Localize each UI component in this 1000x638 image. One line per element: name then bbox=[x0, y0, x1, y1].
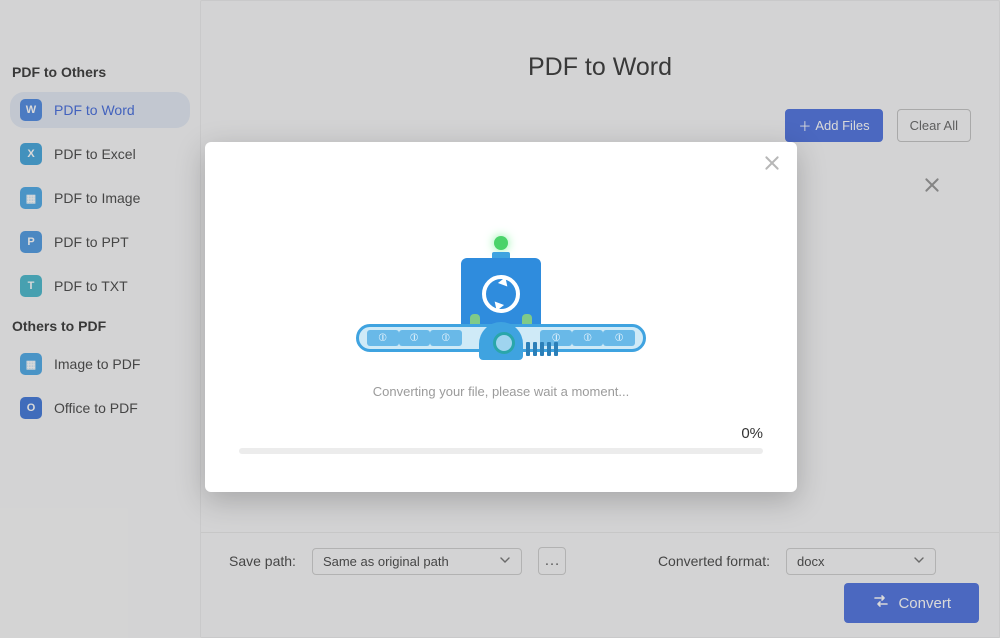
conversion-status-text: Converting your file, please wait a mome… bbox=[205, 384, 797, 399]
conversion-progress-modal: ⦶⦶⦶ ⦶⦶⦶ Converting your file, please wai… bbox=[205, 142, 797, 492]
modal-close-icon[interactable] bbox=[763, 154, 781, 177]
conversion-machine-illustration: ⦶⦶⦶ ⦶⦶⦶ bbox=[356, 220, 646, 360]
progress-bar bbox=[239, 448, 763, 454]
progress-percent: 0% bbox=[239, 425, 763, 442]
